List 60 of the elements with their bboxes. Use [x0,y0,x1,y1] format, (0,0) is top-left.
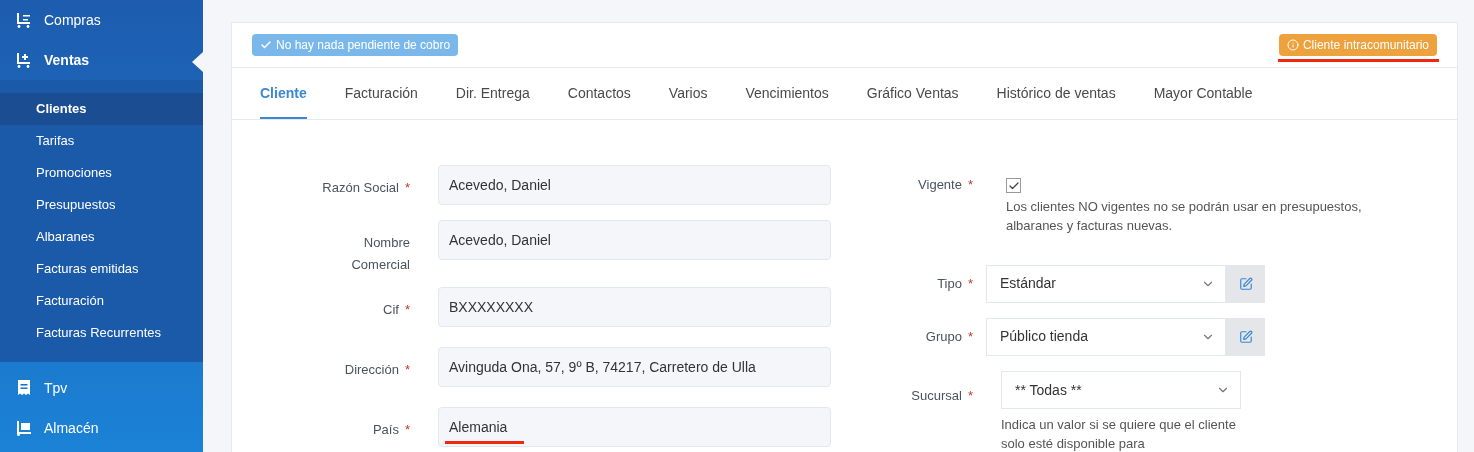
edit-icon [1238,276,1253,291]
tab[interactable]: Gráfico Ventas [866,83,959,119]
tab[interactable]: Histórico de ventas [996,83,1116,119]
help-text: Los clientes NO vigentes no se podrán usar en presupuestos, albaranes y facturas nuevas. [1006,198,1363,235]
sidebar-item[interactable]: Compras [0,0,203,40]
field-label: Vigente [918,177,962,192]
submenu-item[interactable]: Promociones [0,157,203,189]
required-mark: * [404,180,410,195]
edit-icon [1238,329,1253,344]
required-mark: * [967,388,973,403]
tab[interactable]: Mayor Contable [1153,83,1253,119]
field-label: Grupo [925,328,962,344]
info-badge: Cliente intracomunitario [1278,34,1437,56]
field-label: País [372,422,399,437]
text-field[interactable]: Acevedo, Daniel [438,165,831,205]
help-text: Indica un valor si se quiere que el cliente solo esté disponible para [1001,416,1237,452]
submenu-item[interactable]: Tarifas [0,125,203,157]
submenu-item[interactable]: Albaranes [0,221,203,253]
submenu-item[interactable]: Clientes [0,93,203,125]
select-field[interactable]: ** Todas ** [1001,371,1241,409]
submenu-item[interactable]: Facturas emitidas [0,253,203,285]
required-mark: * [404,362,410,377]
sidebar-item[interactable]: Almacén [0,408,203,448]
tab[interactable]: Cliente [260,83,307,119]
required-mark: * [967,328,973,344]
required-mark: * [404,302,410,317]
cart-icon [16,52,32,68]
field-label: Sucursal [911,388,962,403]
info-icon [1286,39,1299,51]
check-icon [260,39,272,51]
text-field[interactable]: BXXXXXXXX [438,287,831,327]
field-label: Cif [383,302,399,317]
required-mark: * [404,422,410,437]
required-mark: * [967,275,973,291]
edit-button[interactable] [1226,317,1265,356]
receipt-icon [16,379,32,397]
text-field[interactable]: Avinguda Ona, 57, 9º B, 74217, Carretero de Ulla [438,347,831,387]
cart-icon [16,12,32,28]
checkbox[interactable] [1006,178,1021,193]
tab[interactable]: Dir. Entrega [455,83,530,119]
select-field[interactable]: Público tienda [986,317,1226,356]
field-label: Nombre Comercial [350,234,410,274]
status-badge: No hay nada pendiente de cobro [252,34,459,56]
sidebar-item[interactable]: Tpv [0,368,203,408]
field-label: Razón Social [322,180,399,195]
submenu-item[interactable]: Presupuestos [0,189,203,221]
submenu-item[interactable]: Facturas Recurrentes [0,317,203,349]
text-field[interactable]: Alemania [438,407,831,447]
tab[interactable]: Varios [668,83,708,119]
select-field[interactable]: Estándar [986,264,1226,303]
required-mark: * [967,177,973,192]
tab[interactable]: Contactos [567,83,631,119]
text-field[interactable]: Acevedo, Daniel [438,220,831,260]
tab[interactable]: Facturación [344,83,418,119]
tab[interactable]: Vencimientos [745,83,829,119]
submenu-item[interactable]: Facturación [0,285,203,317]
edit-button[interactable] [1226,264,1265,303]
field-label: Dirección [344,362,399,377]
cart-icon [16,420,32,436]
field-label: Tipo [937,275,962,291]
